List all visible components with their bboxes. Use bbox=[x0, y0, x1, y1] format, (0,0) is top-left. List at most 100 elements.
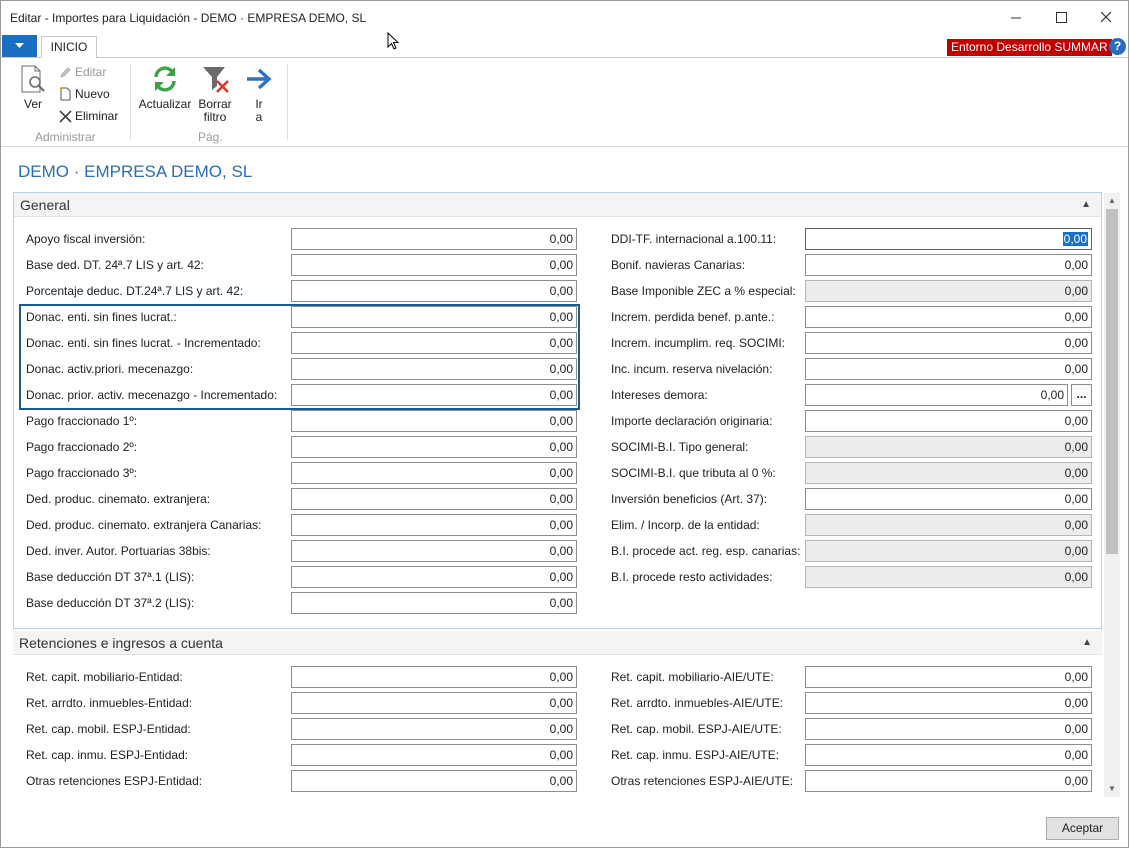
value-input[interactable]: 0,00 bbox=[805, 488, 1092, 510]
field-label: Inversión beneficios (Art. 37): bbox=[611, 492, 768, 506]
ribbon-tab-strip: INICIO Entorno Desarrollo SUMMAR ? bbox=[1, 35, 1128, 59]
maximize-icon[interactable] bbox=[1038, 1, 1084, 33]
field-label: Base Imponible ZEC a % especial: bbox=[611, 284, 796, 298]
value-input[interactable]: 0,00 bbox=[291, 462, 577, 484]
field-label: Ret. capit. mobiliario-AIE/UTE: bbox=[611, 670, 774, 684]
delete-x-icon bbox=[59, 109, 72, 123]
field-label: Pago fraccionado 1º: bbox=[26, 414, 138, 428]
window-title: Editar - Importes para Liquidación - DEM… bbox=[10, 11, 367, 25]
field-label: Ded. inver. Autor. Portuarias 38bis: bbox=[26, 544, 211, 558]
value-input[interactable]: 0,00 bbox=[805, 744, 1092, 766]
value-input[interactable]: 0,00 bbox=[805, 384, 1068, 406]
close-icon[interactable] bbox=[1083, 1, 1129, 33]
field-label: Base deducción DT 37ª.1 (LIS): bbox=[26, 570, 195, 584]
value-input[interactable]: 0,00 bbox=[805, 770, 1092, 792]
field-label: Increm. perdida benef. p.ante.: bbox=[611, 310, 775, 324]
field-row: Inc. incum. reserva nivelación: 0,00 bbox=[611, 358, 1093, 380]
field-row: Bonif. navieras Canarias: 0,00 bbox=[611, 254, 1093, 276]
field-row: Importe declaración originaria: 0,00 bbox=[611, 410, 1093, 432]
field-row: Ret. cap. mobil. ESPJ-Entidad: 0,00 bbox=[26, 718, 578, 740]
field-label: SOCIMI-B.I. que tributa al 0 %: bbox=[611, 466, 776, 480]
field-label: Bonif. navieras Canarias: bbox=[611, 258, 746, 272]
ver-label: Ver bbox=[23, 97, 42, 111]
title-bar: Editar - Importes para Liquidación - DEM… bbox=[1, 1, 1128, 34]
ir-a-button[interactable]: Ir a bbox=[244, 63, 274, 124]
eliminar-button[interactable]: Eliminar bbox=[59, 109, 118, 123]
chevron-up-icon[interactable]: ▲ bbox=[1081, 193, 1091, 217]
value-input[interactable]: 0,00 bbox=[805, 332, 1092, 354]
value-input[interactable]: 0,00 bbox=[291, 718, 577, 740]
field-row: Intereses demora: 0,00... bbox=[611, 384, 1093, 406]
value-input[interactable]: 0,00 bbox=[805, 228, 1092, 250]
value-input[interactable]: 0,00 bbox=[805, 280, 1092, 302]
ver-button[interactable]: Ver bbox=[17, 63, 49, 111]
value-input[interactable]: 0,00 bbox=[805, 358, 1092, 380]
scroll-down-icon[interactable]: ▼ bbox=[1104, 781, 1120, 797]
section-header-retenciones[interactable]: Retenciones e ingresos a cuenta ▲ bbox=[13, 631, 1102, 655]
value-input[interactable]: 0,00 bbox=[291, 566, 577, 588]
help-icon[interactable]: ? bbox=[1109, 38, 1126, 55]
value-input[interactable]: 0,00 bbox=[291, 540, 577, 562]
field-row: Pago fraccionado 3º: 0,00 bbox=[26, 462, 578, 484]
app-menu-button[interactable] bbox=[2, 35, 37, 57]
aceptar-button[interactable]: Aceptar bbox=[1046, 817, 1119, 840]
vertical-scrollbar[interactable]: ▲ ▼ bbox=[1104, 193, 1120, 797]
value-input[interactable]: 0,00 bbox=[805, 718, 1092, 740]
refresh-icon bbox=[154, 66, 176, 92]
assist-edit-button[interactable]: ... bbox=[1071, 384, 1092, 406]
field-label: Ret. capit. mobiliario-Entidad: bbox=[26, 670, 183, 684]
actualizar-button[interactable]: Actualizar bbox=[137, 63, 193, 111]
value-input[interactable]: 0,00 bbox=[291, 228, 577, 250]
field-row: Ret. cap. inmu. ESPJ-AIE/UTE: 0,00 bbox=[611, 744, 1093, 766]
scrollbar-thumb[interactable] bbox=[1106, 209, 1118, 554]
value-input[interactable]: 0,00 bbox=[291, 592, 577, 614]
value-input[interactable]: 0,00 bbox=[805, 666, 1092, 688]
highlight-box bbox=[19, 304, 580, 410]
field-row: Ded. inver. Autor. Portuarias 38bis: 0,00 bbox=[26, 540, 578, 562]
field-label: Ded. produc. cinemato. extranjera: bbox=[26, 492, 211, 506]
section-header-general[interactable]: General ▲ bbox=[14, 193, 1101, 217]
scroll-up-icon[interactable]: ▲ bbox=[1104, 193, 1120, 209]
editar-button[interactable]: Editar bbox=[59, 65, 106, 79]
value-input[interactable]: 0,00 bbox=[291, 436, 577, 458]
value-input[interactable]: 0,00 bbox=[291, 744, 577, 766]
value-input[interactable]: 0,00 bbox=[291, 254, 577, 276]
field-row: Otras retenciones ESPJ-AIE/UTE: 0,00 bbox=[611, 770, 1093, 792]
field-row: Apoyo fiscal inversión: 0,00 bbox=[26, 228, 578, 250]
value-input[interactable]: 0,00 bbox=[291, 770, 577, 792]
borrar-filtro-button[interactable]: Borrar filtro bbox=[196, 63, 234, 124]
value-input[interactable]: 0,00 bbox=[805, 254, 1092, 276]
field-row: DDI-TF. internacional a.100.11: 0,00 bbox=[611, 228, 1093, 250]
field-label: Inc. incum. reserva nivelación: bbox=[611, 362, 773, 376]
field-label: Otras retenciones ESPJ-Entidad: bbox=[26, 774, 203, 788]
value-input[interactable]: 0,00 bbox=[805, 692, 1092, 714]
value-input[interactable]: 0,00 bbox=[805, 462, 1092, 484]
value-input[interactable]: 0,00 bbox=[291, 666, 577, 688]
field-row: SOCIMI-B.I. que tributa al 0 %: 0,00 bbox=[611, 462, 1093, 484]
value-input[interactable]: 0,00 bbox=[291, 692, 577, 714]
value-input[interactable]: 0,00 bbox=[291, 488, 577, 510]
field-row: Pago fraccionado 2º: 0,00 bbox=[26, 436, 578, 458]
value-input[interactable]: 0,00 bbox=[291, 410, 577, 432]
field-label: DDI-TF. internacional a.100.11: bbox=[611, 232, 777, 246]
value-input[interactable]: 0,00 bbox=[291, 514, 577, 536]
environment-badge: Entorno Desarrollo SUMMAR bbox=[947, 39, 1112, 56]
field-label: Pago fraccionado 3º: bbox=[26, 466, 138, 480]
value-input[interactable]: 0,00 bbox=[805, 540, 1092, 562]
borrar-filtro-label-2: filtro bbox=[203, 110, 227, 124]
value-input[interactable]: 0,00 bbox=[291, 280, 577, 302]
minimize-icon[interactable] bbox=[993, 1, 1039, 33]
nuevo-button[interactable]: Nuevo bbox=[59, 87, 110, 101]
value-input[interactable]: 0,00 bbox=[805, 566, 1092, 588]
value-input[interactable]: 0,00 bbox=[805, 514, 1092, 536]
field-row: Base Imponible ZEC a % especial: 0,00 bbox=[611, 280, 1093, 302]
value-input[interactable]: 0,00 bbox=[805, 306, 1092, 328]
value-input[interactable]: 0,00 bbox=[805, 410, 1092, 432]
field-label: Importe declaración originaria: bbox=[611, 414, 773, 428]
chevron-up-icon[interactable]: ▲ bbox=[1082, 631, 1092, 655]
tab-inicio[interactable]: INICIO bbox=[41, 36, 97, 59]
field-label: Ret. arrdto. inmuebles-Entidad: bbox=[26, 696, 193, 710]
field-label: Porcentaje deduc. DT.24ª.7 LIS y art. 42… bbox=[26, 284, 244, 298]
field-row: Base deducción DT 37ª.1 (LIS): 0,00 bbox=[26, 566, 578, 588]
value-input[interactable]: 0,00 bbox=[805, 436, 1092, 458]
